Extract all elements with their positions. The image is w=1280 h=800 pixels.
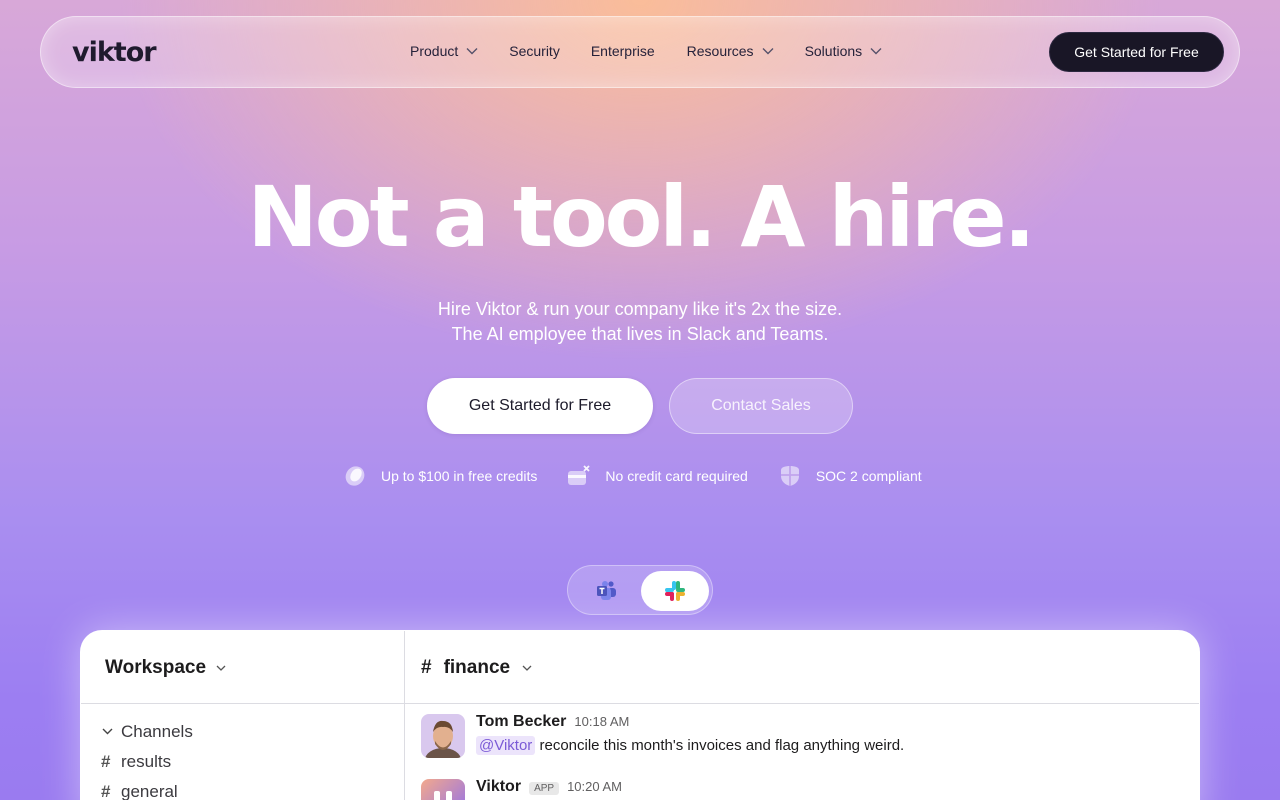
workspace-header[interactable]: Workspace [105, 657, 226, 679]
message-author[interactable]: Viktor [476, 778, 521, 795]
hash-icon: # [101, 752, 111, 771]
coin-icon [345, 466, 365, 486]
chevron-down-icon [870, 48, 882, 55]
teams-option[interactable] [573, 571, 641, 611]
channels-section-header[interactable]: Channels [101, 717, 193, 747]
slack-preview-panel: Workspace # finance Channels # results #… [80, 630, 1200, 800]
message-text: reconcile this month's invoices and flag… [539, 737, 905, 754]
message-author[interactable]: Tom Becker [476, 713, 566, 730]
feature-item: SOC 2 compliant [778, 464, 922, 488]
feature-label: SOC 2 compliant [815, 468, 922, 484]
feature-label: No credit card required [605, 468, 748, 484]
nav-menu: Product Security Enterprise Resources So… [410, 43, 882, 59]
chevron-down-icon [522, 665, 532, 671]
channel-list: Channels # results # general [101, 717, 193, 800]
nav-item-product[interactable]: Product [410, 43, 478, 59]
workspace-title: Workspace [105, 657, 207, 678]
platform-toggle [567, 565, 713, 615]
channel-label: results [121, 752, 172, 771]
nav-item-label: Solutions [804, 43, 863, 59]
nav-item-resources[interactable]: Resources [687, 43, 774, 59]
feature-list: Up to $100 in free credits No credit car… [343, 464, 952, 488]
slack-logo-icon [665, 581, 685, 601]
nav-item-label: Product [410, 43, 459, 59]
chevron-down-icon [102, 728, 113, 735]
feature-item: No credit card required [567, 464, 748, 488]
channel-title: finance [443, 657, 511, 678]
hash-icon: # [421, 657, 432, 678]
message-time: 10:20 AM [567, 779, 623, 794]
nav-item-enterprise[interactable]: Enterprise [591, 43, 655, 59]
slack-option[interactable] [641, 571, 709, 611]
nav-item-label: Enterprise [590, 43, 655, 59]
nav-item-label: Resources [686, 43, 754, 59]
get-started-button[interactable]: Get Started for Free [427, 378, 653, 434]
message-body: @Viktor reconcile this month's invoices … [476, 736, 905, 755]
nav-item-security[interactable]: Security [509, 43, 560, 59]
contact-sales-button[interactable]: Contact Sales [669, 378, 853, 434]
teams-logo-icon [597, 581, 616, 600]
hero-subtitle-line: Hire Viktor & run your company like it's… [437, 299, 843, 319]
avatar [421, 714, 465, 758]
app-badge: APP [529, 782, 560, 795]
channel-label: general [121, 782, 178, 800]
hero-subtitle-line: The AI employee that lives in Slack and … [451, 324, 829, 344]
section-label: Channels [121, 722, 193, 741]
feature-item: Up to $100 in free credits [343, 464, 537, 488]
hash-icon: # [101, 782, 111, 800]
viktor-logo[interactable]: viktor [72, 37, 157, 68]
viktor-avatar [421, 779, 465, 800]
chevron-down-icon [762, 48, 774, 55]
mention-tag[interactable]: @Viktor [476, 736, 536, 755]
hero-subtitle: Hire Viktor & run your company like it's… [0, 297, 1280, 347]
feature-label: Up to $100 in free credits [381, 468, 538, 484]
sidebar-item-results[interactable]: # results [101, 747, 193, 777]
nav-item-solutions[interactable]: Solutions [805, 43, 883, 59]
hero-title: Not a tool. A hire. [247, 168, 1035, 266]
message-time: 10:18 AM [574, 714, 630, 729]
panel-divider [81, 703, 1199, 704]
panel-divider [404, 631, 405, 800]
shield-icon [780, 466, 799, 486]
chevron-down-icon [216, 665, 226, 671]
channel-header[interactable]: # finance [421, 657, 532, 679]
nav-item-label: Security [509, 43, 560, 59]
no-card-icon [568, 465, 591, 485]
top-nav: viktor Product Security Enterprise Resou… [40, 16, 1240, 88]
sidebar-item-general[interactable]: # general [101, 777, 193, 800]
chevron-down-icon [466, 48, 478, 55]
nav-get-started-button[interactable]: Get Started for Free [1049, 32, 1224, 72]
